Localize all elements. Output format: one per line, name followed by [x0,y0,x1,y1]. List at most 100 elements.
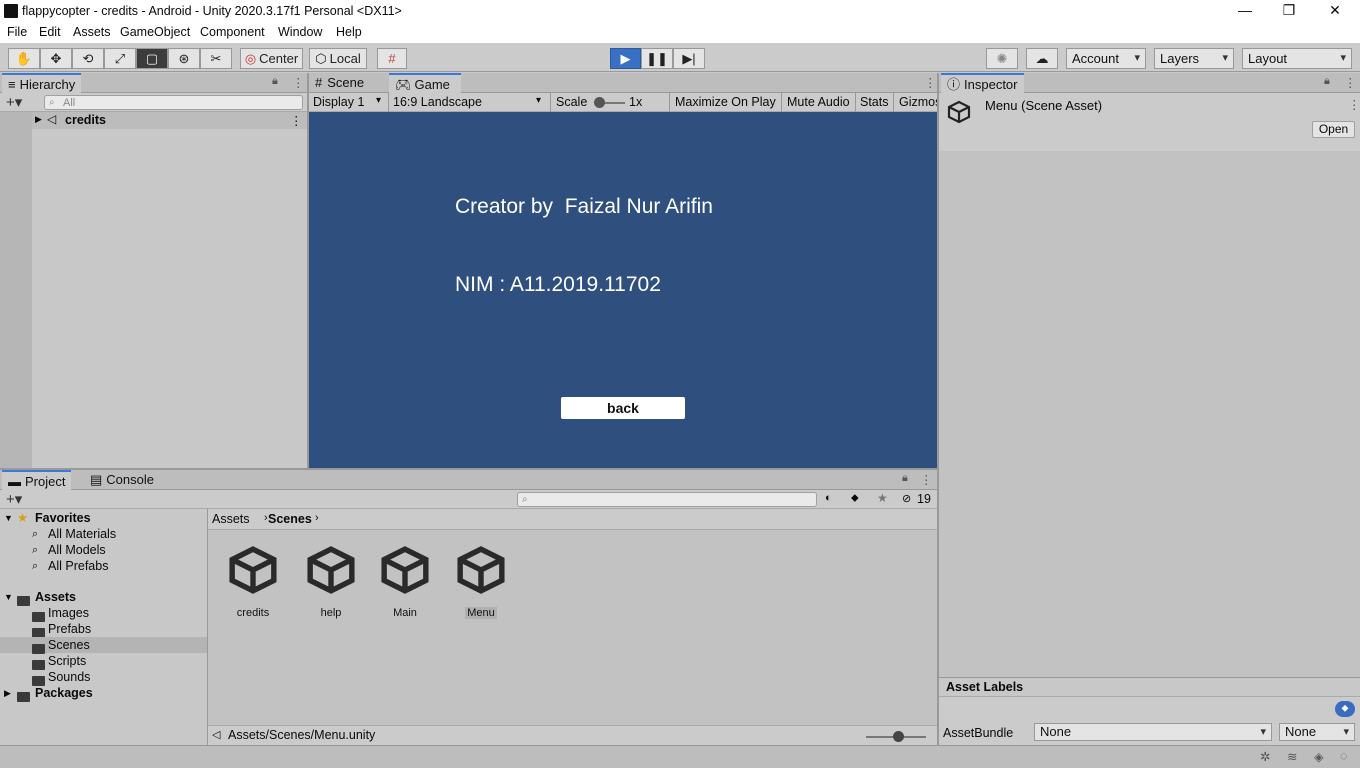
scene-menu-icon[interactable]: ⋮ [290,113,303,128]
breadcrumb-scenes[interactable]: Scenes [268,512,312,526]
lighting-icon[interactable]: ≋ [1287,749,1297,764]
unity-scene-icon [307,546,355,594]
display-dropdown[interactable]: Display 1 [313,95,364,109]
menu-assets[interactable]: Assets [73,25,111,39]
breadcrumb-assets[interactable]: Assets [212,512,250,526]
tab-game[interactable]: 🎮︎ Game [389,73,461,93]
asset-labels-title: Asset Labels [946,680,1024,694]
menu-file[interactable]: File [7,25,27,39]
account-dropdown[interactable]: Account [1066,48,1146,69]
folder-row[interactable]: Sounds [0,669,207,686]
main-toolbar: ✋ ✥ ⟲ ⤢ ▢ ⊛ ✂ ◎ Center ⬡ Local # ▶ ❚❚ ▶| ✺… [0,43,1360,72]
scale-slider-handle[interactable] [594,97,605,108]
debug-icon[interactable]: ✲ [1260,749,1270,764]
auto-generate-icon[interactable]: ◈ [1314,749,1324,764]
play-button[interactable]: ▶ [610,48,641,69]
assets-row[interactable]: ▼ Assets [0,589,207,606]
step-button[interactable]: ▶| [673,48,705,69]
favorite-item[interactable]: ⌕ All Materials [0,526,207,542]
folder-row[interactable]: Prefabs [0,621,207,638]
folder-row[interactable]: Scripts [0,653,207,670]
component-menu-icon[interactable]: ⋮ [1348,97,1360,112]
project-search-input[interactable]: ⌕ [517,492,817,507]
expand-arrow-icon[interactable]: ▶ [4,685,11,701]
pivot-center-toggle[interactable]: ◎ Center [240,48,303,69]
move-tool-button[interactable]: ✥ [40,48,72,69]
layout-dropdown[interactable]: Layout [1242,48,1352,69]
mute-audio-toggle[interactable]: Mute Audio [787,95,850,109]
pivot-local-toggle[interactable]: ⬡ Local [309,48,367,69]
back-button[interactable]: back [561,397,685,419]
pause-icon: ❚❚ [646,50,668,66]
close-button[interactable]: ✕ [1312,2,1358,19]
grid-snap-button[interactable]: # [377,48,407,69]
lock-icon[interactable]: 🔒︎ [1324,75,1330,88]
hidden-packages-icon[interactable]: ⊘ [902,492,911,505]
tag-icon[interactable]: ⬥ [1335,701,1355,717]
tab-inspector[interactable]: ⓘ Inspector [941,73,1024,93]
transform-tool-button[interactable]: ⊛ [168,48,200,69]
panel-menu-icon[interactable]: ⋮ [1344,75,1357,90]
stats-toggle[interactable]: Stats [860,95,889,109]
folder-row[interactable]: Images [0,605,207,622]
hand-tool-button[interactable]: ✋ [8,48,40,69]
collab-cloud-button[interactable]: ☁ [1026,48,1058,69]
menu-component[interactable]: Component [200,25,265,39]
packages-row[interactable]: ▶ Packages [0,685,207,702]
asset-item-selected[interactable]: Menu [446,545,516,619]
pause-button[interactable]: ❚❚ [641,48,673,69]
breadcrumb: Assets › Scenes › [208,509,937,530]
custom-tool-button[interactable]: ✂ [200,48,232,69]
aspect-dropdown[interactable]: 16:9 Landscape [393,95,482,109]
rect-tool-button[interactable]: ▢ [136,48,168,69]
folder-row-selected[interactable]: Scenes [0,637,207,654]
tab-hierarchy[interactable]: ≡ Hierarchy [2,73,82,93]
tab-console[interactable]: ▤ Console [84,470,160,490]
favorite-item[interactable]: ⌕ All Prefabs [0,558,207,574]
asset-item[interactable]: credits [218,545,288,619]
gizmos-toggle[interactable]: Gizmos [899,95,938,109]
panel-menu-icon[interactable]: ⋮ [924,75,937,90]
variant-dropdown[interactable]: None [1279,723,1355,741]
asset-labels-header[interactable]: Asset Labels [939,677,1360,697]
scene-row-credits[interactable]: ▶ ◁ credits ⋮ [32,112,307,129]
scale-tool-button[interactable]: ⤢ [104,48,136,69]
expand-arrow-icon[interactable]: ▶ [35,114,42,125]
panel-menu-icon[interactable]: ⋮ [292,75,305,90]
create-plus-icon[interactable]: +▾ [6,93,22,111]
asset-item[interactable]: Main [370,545,440,619]
panel-menu-icon[interactable]: ⋮ [920,472,933,487]
open-button[interactable]: Open [1312,121,1355,138]
unity-scene-icon [229,546,277,594]
hierarchy-search-input[interactable]: ⌕ All [44,95,303,110]
menu-window[interactable]: Window [278,25,322,39]
list-icon: ≡ [8,77,16,92]
step-icon: ▶| [682,50,696,66]
assetbundle-dropdown[interactable]: None [1034,723,1272,741]
create-plus-icon[interactable]: +▾ [6,490,22,508]
maximize-on-play-toggle[interactable]: Maximize On Play [675,95,776,109]
menu-edit[interactable]: Edit [39,25,61,39]
menu-gameobject[interactable]: GameObject [120,25,190,39]
filter-by-type-icon[interactable]: ◐ [825,492,832,504]
icon-size-slider-handle[interactable] [893,731,904,742]
tab-project[interactable]: ▬ Project [2,470,72,490]
divider [550,93,551,112]
star-icon[interactable]: ★ [877,491,888,505]
collapse-arrow-icon[interactable]: ▼ [4,510,13,526]
layers-dropdown[interactable]: Layers [1154,48,1234,69]
services-button[interactable]: ✺ [986,48,1018,69]
maximize-button[interactable]: ❐ [1266,2,1312,19]
menu-help[interactable]: Help [336,25,362,39]
asset-item[interactable]: help [296,545,366,619]
favorites-row[interactable]: ▼ ★ Favorites [0,510,207,526]
favorite-item[interactable]: ⌕ All Models [0,542,207,558]
rotate-tool-button[interactable]: ⟲ [72,48,104,69]
tab-scene[interactable]: # Scene [309,73,389,93]
collapse-arrow-icon[interactable]: ▼ [4,589,13,605]
lock-icon[interactable]: 🔒︎ [902,472,908,485]
filter-by-label-icon[interactable]: ⬥ [851,492,859,505]
game-viewport[interactable]: Creator by Faizal Nur Arifin NIM : A11.2… [309,112,937,468]
lock-icon[interactable]: 🔒︎ [272,75,278,88]
minimize-button[interactable]: — [1222,2,1268,18]
